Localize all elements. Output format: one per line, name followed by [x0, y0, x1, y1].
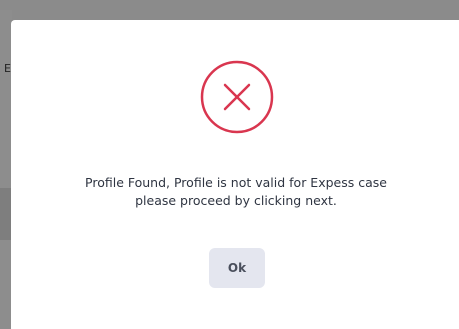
ok-button[interactable]: Ok	[209, 248, 265, 288]
dialog-message-line-2: please proceed by clicking next.	[135, 193, 337, 208]
background-text: E	[4, 62, 11, 75]
dialog-message: Profile Found, Profile is not valid for …	[12, 174, 459, 210]
error-x-circle-icon	[199, 59, 275, 135]
dialog-message-line-1: Profile Found, Profile is not valid for …	[85, 175, 387, 190]
error-x-circle-icon-svg	[200, 60, 274, 134]
